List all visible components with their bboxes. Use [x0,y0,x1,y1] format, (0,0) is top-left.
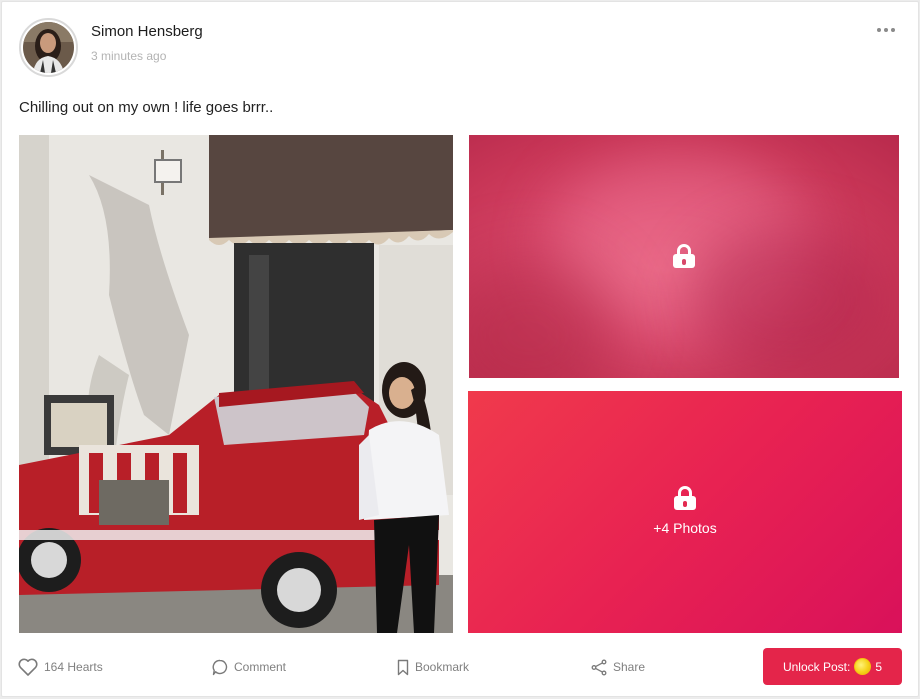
share-icon [591,659,607,675]
author-name[interactable]: Simon Hensberg [91,23,203,40]
hearts-button[interactable]: 164 Hearts [18,657,103,677]
comment-label: Comment [234,660,287,674]
unlock-label: Unlock Post: [782,659,851,674]
lock-icon [674,486,696,510]
post-timestamp: 3 minutes ago [91,49,167,63]
dot-icon [884,28,888,32]
avatar-image [23,22,74,73]
avatar[interactable] [19,18,78,77]
locked-more-photos[interactable]: +4 Photos [468,391,902,633]
hearts-count: 164 Hearts [44,660,103,674]
heart-icon [18,658,38,676]
more-photos-label: +4 Photos [653,520,717,536]
share-button[interactable]: Share [591,657,645,677]
unlock-price: 5 [875,659,883,674]
post-caption: Chilling out on my own ! life goes brrr.… [19,99,274,116]
unlock-post-button[interactable]: Unlock Post: 5 [763,648,902,685]
comment-button[interactable]: Comment [212,657,286,677]
lock-icon [673,244,695,268]
locked-photo-preview[interactable] [469,135,899,378]
dot-icon [891,28,895,32]
bookmark-icon [397,659,409,675]
blur-shape [689,225,889,375]
bookmark-label: Bookmark [415,660,470,674]
comment-icon [212,659,228,675]
bookmark-button[interactable]: Bookmark [397,657,469,677]
more-options-button[interactable] [875,20,897,40]
post-card: Simon Hensberg 3 minutes ago Chilling ou… [1,1,919,697]
photo-illustration [19,135,453,633]
coin-icon [854,658,872,675]
share-label: Share [613,660,646,674]
dot-icon [877,28,881,32]
main-photo[interactable] [19,135,453,633]
